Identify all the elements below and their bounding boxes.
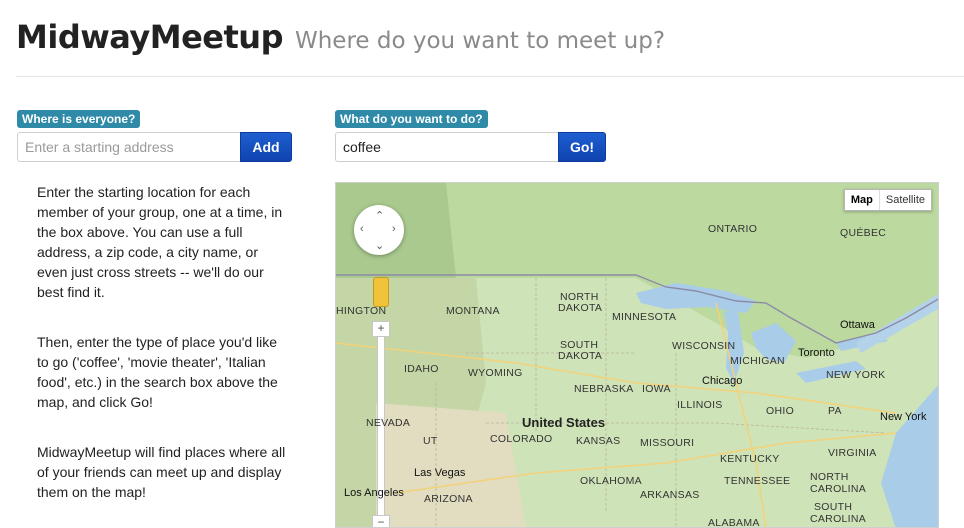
search-input[interactable]	[335, 132, 559, 162]
map-label-illinois: ILLINOIS	[677, 399, 723, 411]
map-city-las-vegas: Las Vegas	[414, 467, 466, 479]
map-city-chicago: Chicago	[702, 375, 743, 387]
header: MidwayMeetup Where do you want to meet u…	[16, 18, 665, 56]
map-label-minnesota: MINNESOTA	[612, 311, 677, 323]
tagline: Where do you want to meet up?	[294, 28, 666, 54]
map-label-washington: HINGTON	[336, 305, 387, 317]
search-badge: What do you want to do?	[335, 110, 488, 128]
map-label-missouri: MISSOURI	[640, 437, 695, 449]
starting-address-input[interactable]	[17, 132, 241, 162]
map-label-new-york: NEW YORK	[826, 369, 886, 381]
add-button[interactable]: Add	[240, 132, 292, 162]
map-label-colorado: COLORADO	[490, 433, 553, 445]
brand-title: MidwayMeetup	[16, 18, 283, 56]
map-city-los-angeles: Los Angeles	[344, 487, 404, 499]
map[interactable]: Map Satellite ⌃ ⌄ ‹ › + − ONTARIO QUÉBEC…	[335, 182, 939, 528]
map-city-ottawa: Ottawa	[840, 319, 875, 331]
map-label-tennessee: TENNESSEE	[724, 475, 791, 487]
map-label-north-dakota-2: DAKOTA	[558, 302, 603, 314]
map-label-kentucky: KENTUCKY	[720, 453, 780, 465]
map-label-north-carolina-2: CAROLINA	[810, 483, 867, 495]
help-text-2: Then, enter the type of place you'd like…	[37, 334, 278, 410]
map-label-quebec: QUÉBEC	[840, 227, 887, 239]
pan-up-icon[interactable]: ⌃	[375, 209, 384, 222]
map-label-michigan: MICHIGAN	[730, 355, 785, 367]
map-label-wisconsin: WISCONSIN	[672, 340, 736, 352]
zoom-out-button[interactable]: −	[372, 515, 390, 527]
map-label-ontario: ONTARIO	[708, 223, 758, 235]
map-label-virginia: VIRGINIA	[828, 447, 877, 459]
map-label-idaho: IDAHO	[404, 363, 439, 375]
map-label-kansas: KANSAS	[576, 435, 621, 447]
map-label-montana: MONTANA	[446, 305, 500, 317]
pan-right-icon[interactable]: ›	[392, 223, 396, 235]
map-label-nebraska: NEBRASKA	[574, 383, 634, 395]
street-view-pegman-icon[interactable]	[373, 277, 389, 307]
help-text-3: MidwayMeetup will find places where all …	[37, 444, 286, 500]
map-label-alabama: ALABAMA	[708, 517, 760, 528]
map-label-oklahoma: OKLAHOMA	[580, 475, 642, 487]
map-label-pa: PA	[828, 405, 842, 417]
map-label-nevada: NEVADA	[366, 417, 411, 429]
map-label-ut: UT	[423, 435, 438, 447]
map-label-wyoming: WYOMING	[468, 367, 523, 379]
map-label-south-dakota-2: DAKOTA	[558, 350, 603, 362]
pan-down-icon[interactable]: ⌄	[375, 239, 384, 252]
location-badge: Where is everyone?	[17, 110, 141, 128]
map-type-control: Map Satellite	[843, 189, 932, 211]
map-type-satellite-button[interactable]: Satellite	[880, 190, 931, 210]
map-label-south-carolina-1: SOUTH	[814, 501, 853, 513]
map-label-iowa: IOWA	[642, 383, 671, 395]
map-type-map-button[interactable]: Map	[845, 190, 880, 210]
map-label-south-carolina-2: CAROLINA	[810, 513, 867, 525]
map-city-toronto: Toronto	[798, 347, 835, 359]
map-label-arkansas: ARKANSAS	[640, 489, 700, 501]
map-label-ohio: OHIO	[766, 405, 795, 417]
zoom-in-button[interactable]: +	[372, 321, 390, 337]
map-label-north-carolina-1: NORTH	[810, 471, 849, 483]
pan-left-icon[interactable]: ‹	[360, 223, 364, 235]
go-button[interactable]: Go!	[558, 132, 606, 162]
map-label-country: United States	[522, 415, 606, 430]
map-city-new-york: New York	[880, 411, 927, 423]
header-divider	[16, 76, 964, 77]
help-text-1: Enter the starting location for each mem…	[37, 184, 283, 300]
pan-control[interactable]: ⌃ ⌄ ‹ ›	[354, 205, 404, 255]
map-label-arizona: ARIZONA	[424, 493, 473, 505]
